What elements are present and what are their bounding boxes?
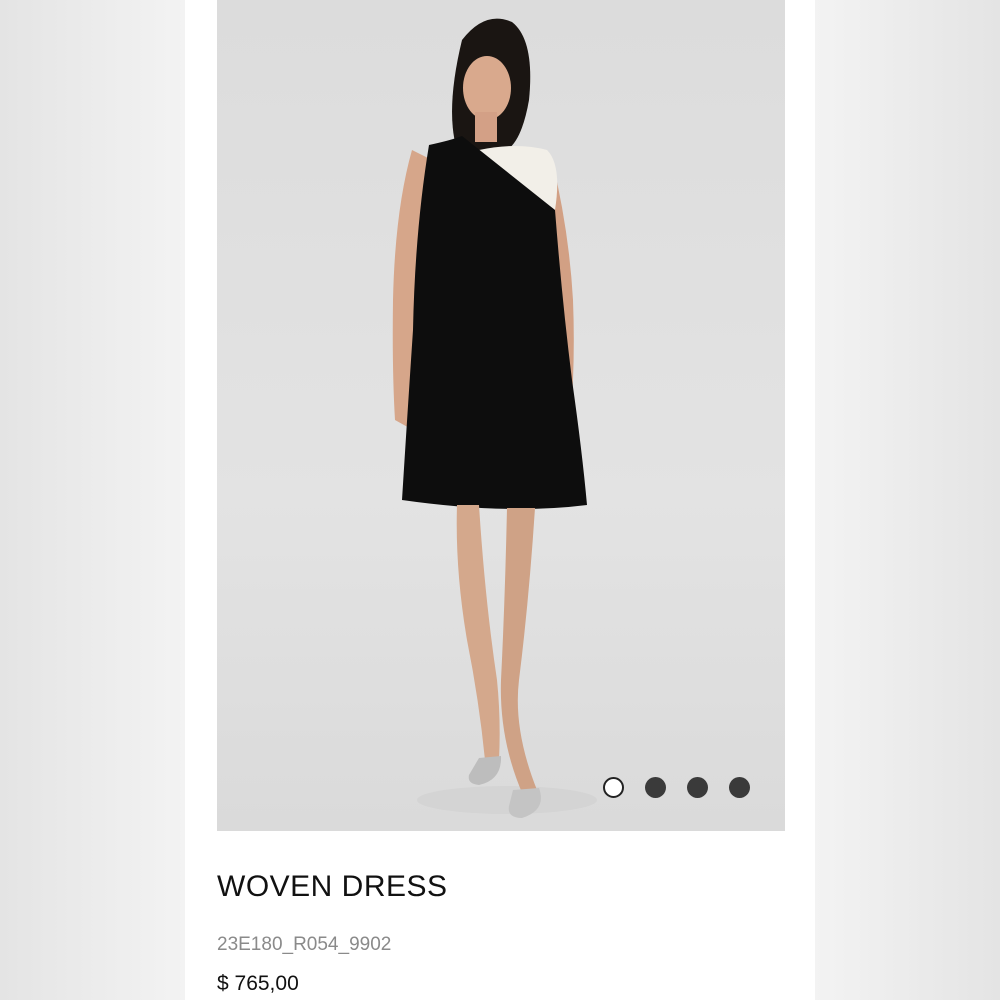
gallery-dot-3[interactable] bbox=[687, 777, 708, 798]
product-price: $ 765,00 bbox=[217, 972, 299, 995]
product-sku: 23E180_R054_9902 bbox=[217, 934, 392, 955]
gallery-pagination bbox=[603, 777, 750, 798]
gallery-dot-2[interactable] bbox=[645, 777, 666, 798]
product-image[interactable] bbox=[217, 0, 785, 831]
product-card: WOVEN DRESS 23E180_R054_9902 $ 765,00 bbox=[185, 0, 815, 1000]
product-title: WOVEN DRESS bbox=[217, 870, 448, 903]
gallery-dot-4[interactable] bbox=[729, 777, 750, 798]
gallery-dot-1[interactable] bbox=[603, 777, 624, 798]
model-illustration bbox=[392, 18, 597, 818]
right-margin bbox=[815, 0, 1000, 1000]
left-margin bbox=[0, 0, 185, 1000]
